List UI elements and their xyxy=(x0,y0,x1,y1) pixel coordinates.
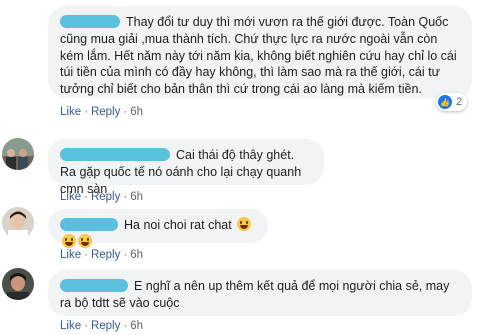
reply-link[interactable]: Reply xyxy=(91,320,120,332)
separator: · xyxy=(123,249,128,261)
comment-actions: Like · Reply · 6h xyxy=(60,191,143,203)
reaction-summary[interactable]: 👍 2 xyxy=(436,93,468,111)
separator: · xyxy=(123,320,128,332)
comment-text: Ha noi choi rat chat xyxy=(124,218,232,232)
comment-time[interactable]: 6h xyxy=(130,249,143,261)
author-name-redacted[interactable] xyxy=(60,15,120,28)
separator: · xyxy=(84,320,88,332)
reaction-count: 2 xyxy=(456,96,463,108)
comment-actions: Like · Reply · 6h xyxy=(60,320,143,332)
separator: · xyxy=(84,191,88,203)
like-link[interactable]: Like xyxy=(60,106,81,118)
like-link[interactable]: Like xyxy=(60,249,81,261)
comment-time[interactable]: 6h xyxy=(130,320,143,332)
comment-actions: Like · Reply · 6h xyxy=(60,249,143,261)
author-name-redacted[interactable] xyxy=(60,218,118,231)
like-icon: 👍 xyxy=(438,95,452,109)
reply-link[interactable]: Reply xyxy=(91,106,120,118)
laughing-emoji-icon xyxy=(62,233,76,248)
laughing-emoji-icon xyxy=(78,233,92,248)
avatar[interactable] xyxy=(2,207,34,239)
reply-link[interactable]: Reply xyxy=(91,249,120,261)
author-name-redacted[interactable] xyxy=(60,148,170,161)
separator: · xyxy=(84,106,88,118)
like-link[interactable]: Like xyxy=(60,191,81,203)
comment-bubble: Ha noi choi rat chat xyxy=(48,209,268,248)
laughing-emoji-icon xyxy=(237,217,252,231)
comment-bubble: E nghĩ a nên up thêm kết quả để mọi ngườ… xyxy=(48,270,472,316)
reply-link[interactable]: Reply xyxy=(91,191,120,203)
comment-time[interactable]: 6h xyxy=(130,106,143,118)
author-name-redacted[interactable] xyxy=(60,279,128,292)
separator: · xyxy=(123,106,128,118)
separator: · xyxy=(123,191,128,203)
comment-bubble: Thay đổi tư duy thì mới vươn ra thế giới… xyxy=(48,6,472,98)
avatar[interactable] xyxy=(2,138,34,170)
comment-bubble: Cai thái độ thây ghét. Ra gặp quốc tế nó… xyxy=(48,139,324,196)
comment-time[interactable]: 6h xyxy=(130,191,143,203)
like-link[interactable]: Like xyxy=(60,320,81,332)
avatar[interactable] xyxy=(2,268,34,300)
comment-text: Thay đổi tư duy thì mới vươn ra thế giới… xyxy=(60,15,457,97)
comment-actions: Like · Reply · 6h xyxy=(60,106,143,118)
separator: · xyxy=(84,249,88,261)
